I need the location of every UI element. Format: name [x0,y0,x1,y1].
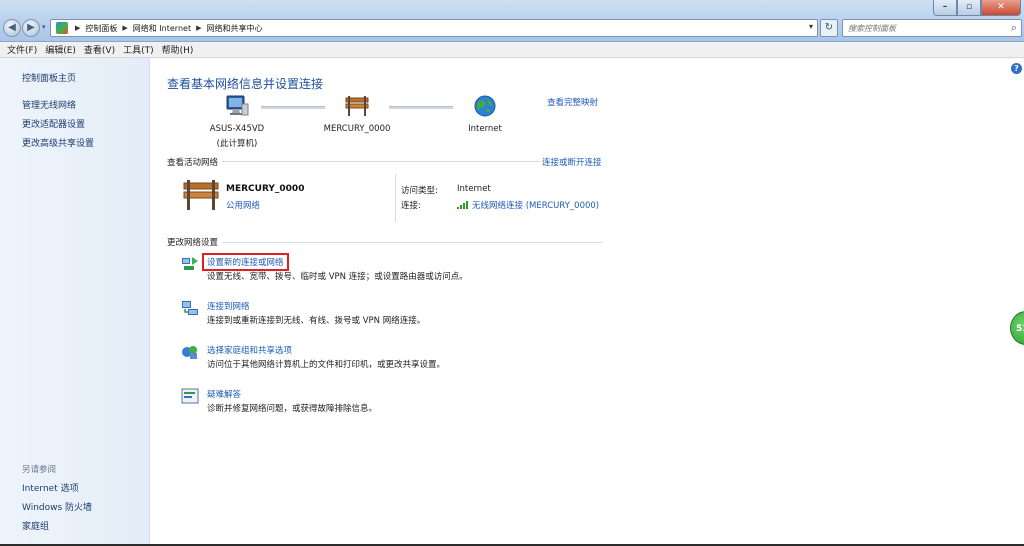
search-input[interactable] [848,21,1004,35]
menu-edit[interactable]: 编辑(E) [41,43,80,56]
maximize-button[interactable]: ▫ [957,0,981,16]
wireless-connection-label[interactable]: 无线网络连接 (MERCURY_0000) [472,199,599,211]
manage-wireless-link[interactable]: 管理无线网络 [22,98,76,111]
forward-button[interactable]: ▶ [22,19,40,37]
search-box[interactable]: ⌕ [842,19,1022,37]
homegroup-link[interactable]: 家庭组 [22,519,49,532]
map-node-computer[interactable]: ASUS-X45VD (此计算机) [197,94,277,149]
wifi-signal-icon [457,201,469,209]
page-title: 查看基本网络信息并设置连接 [167,77,324,91]
help-icon[interactable]: ? [1011,63,1022,74]
connections-label: 连接: [401,201,421,211]
address-bar[interactable]: ▶ 控制面板 ▶ 网络和 Internet ▶ 网络和共享中心 ▾ [50,19,818,37]
network-type-link[interactable]: 公用网络 [226,199,260,211]
network-setup-icon [182,257,198,270]
main-content: ? 查看基本网络信息并设置连接 查看完整映射 ASUS-X45VD (此计算机)… [151,58,1024,546]
access-type-value: Internet [457,184,491,194]
see-also-label: 另请参阅 [22,465,57,475]
active-networks-divider [167,161,602,162]
map-node-network[interactable]: MERCURY_0000 [319,94,395,134]
computer-icon [226,95,249,116]
connect-network-desc: 连接到或重新连接到无线、有线、拨号或 VPN 网络连接。 [207,316,426,326]
breadcrumb-control-panel[interactable]: 控制面板 [85,23,117,34]
close-button[interactable]: ✕ [981,0,1021,16]
bench-network-icon [183,180,219,210]
change-settings-divider [167,242,602,243]
troubleshoot-link[interactable]: 疑难解答 [207,388,241,400]
advanced-sharing-link[interactable]: 更改高级共享设置 [22,136,94,149]
recent-pages-dropdown[interactable]: ▾ [42,23,46,31]
windows-firewall-link[interactable]: Windows 防火墙 [22,500,92,513]
connect-network-icon [182,301,198,315]
chevron-right-icon[interactable]: ▶ [75,24,80,32]
task-pane: 控制面板主页 管理无线网络 更改适配器设置 更改高级共享设置 另请参阅 Inte… [0,58,150,546]
minimize-button[interactable]: – [933,0,957,16]
troubleshoot-desc: 诊断并修复网络问题，或获得故障排除信息。 [207,404,378,414]
access-type-label: 访问类型: [401,186,438,196]
network-info-divider [395,174,396,222]
connect-disconnect-link[interactable]: 连接或断开连接 [539,156,602,168]
address-dropdown-icon[interactable]: ▾ [809,22,813,31]
chevron-right-icon[interactable]: ▶ [196,24,201,32]
new-connection-link[interactable]: 设置新的连接或网络 [202,253,289,271]
map-link-line [261,106,325,109]
homegroup-sharing-desc: 访问位于其他网络计算机上的文件和打印机，或更改共享设置。 [207,360,446,370]
computer-subtitle: (此计算机) [216,139,258,149]
menu-file[interactable]: 文件(F) [0,43,41,56]
homegroup-icon [182,346,197,359]
network-map-name: MERCURY_0000 [323,124,391,134]
menu-view[interactable]: 查看(V) [80,43,119,56]
search-icon[interactable]: ⌕ [1011,21,1017,35]
breadcrumb-network-internet[interactable]: 网络和 Internet [133,23,191,34]
wireless-connection-link[interactable]: 无线网络连接 (MERCURY_0000) [457,199,599,211]
bench-network-icon [345,96,369,116]
active-network-name: MERCURY_0000 [226,184,305,194]
computer-name: ASUS-X45VD [209,124,265,134]
window-controls: – ▫ ✕ [933,0,1021,16]
map-node-internet[interactable]: Internet [448,94,522,134]
back-button[interactable]: ◀ [3,19,21,37]
new-connection-desc: 设置无线、宽带、拨号、临时或 VPN 连接；或设置路由器或访问点。 [207,272,468,282]
control-panel-icon [56,22,68,34]
globe-icon [474,95,496,117]
internet-label: Internet [468,124,502,134]
active-networks-label: 查看活动网络 [167,156,223,168]
chevron-right-icon[interactable]: ▶ [122,24,127,32]
see-full-map-link[interactable]: 查看完整映射 [547,96,598,108]
breadcrumb-network-sharing-center[interactable]: 网络和共享中心 [206,23,262,34]
change-adapter-link[interactable]: 更改适配器设置 [22,117,85,130]
refresh-button[interactable]: ↻ [820,19,838,37]
menu-help[interactable]: 帮助(H) [158,43,198,56]
change-settings-label: 更改网络设置 [167,236,223,248]
map-link-line [389,106,453,109]
title-bar: ◀ ▶ ▾ ▶ 控制面板 ▶ 网络和 Internet ▶ 网络和共享中心 ▾ … [0,0,1024,42]
connect-network-link[interactable]: 连接到网络 [207,300,250,312]
internet-options-link[interactable]: Internet 选项 [22,481,79,494]
control-panel-home-link[interactable]: 控制面板主页 [22,71,76,84]
menu-bar: 文件(F) 编辑(E) 查看(V) 工具(T) 帮助(H) [0,42,1024,58]
menu-tools[interactable]: 工具(T) [119,43,158,56]
troubleshoot-icon [181,388,199,404]
homegroup-sharing-link[interactable]: 选择家庭组和共享选项 [207,344,292,356]
